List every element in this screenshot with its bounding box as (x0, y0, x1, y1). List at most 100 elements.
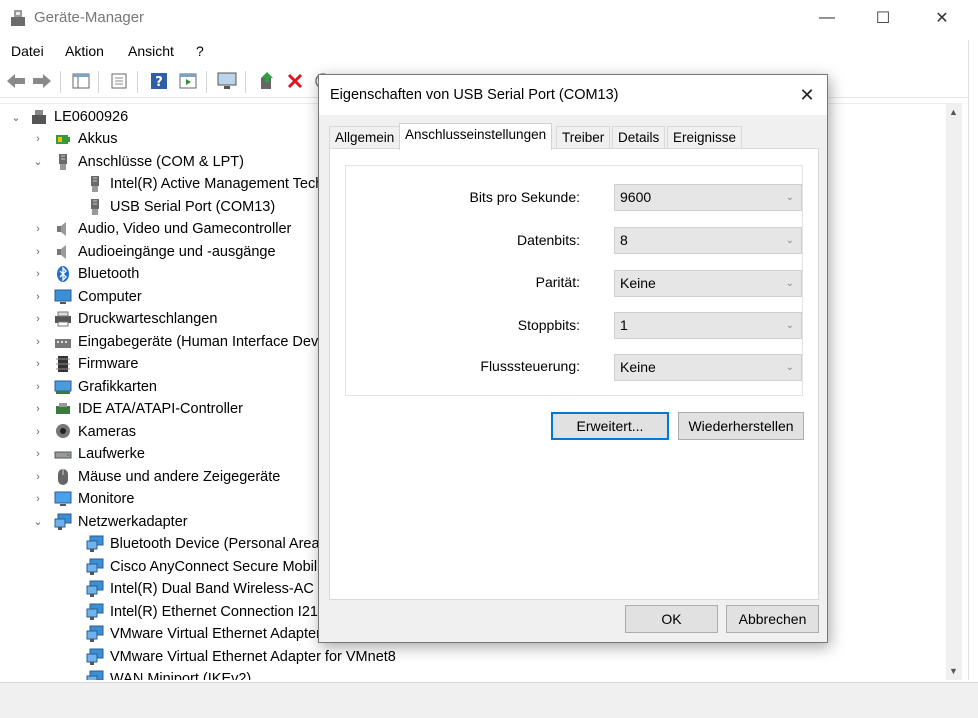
tab-treiber[interactable]: Treiber (556, 126, 611, 149)
data-bits-label: Datenbits: (516, 232, 580, 248)
tree-category[interactable]: ⌄ Netzwerkadapter (32, 511, 188, 533)
data-bits-select[interactable]: 8 ⌄ (614, 227, 802, 254)
tab-ereignisse[interactable]: Ereignisse (667, 126, 743, 149)
tree-category[interactable]: › Computer (32, 286, 142, 308)
tree-root-label: LE0600926 (54, 109, 129, 125)
tree-device[interactable]: USB Serial Port (COM13) (56, 196, 275, 218)
baud-rate-value: 9600 (620, 189, 652, 205)
hid-icon (54, 333, 72, 351)
tree-device[interactable]: VMware Virtual Ethernet Adapter (56, 623, 321, 645)
tree-category[interactable]: › Eingabegeräte (Human Interface Devi (32, 331, 321, 353)
monitor-icon[interactable] (216, 70, 238, 92)
flow-control-value: Keine (620, 359, 656, 375)
help-icon[interactable]: ? (148, 70, 170, 92)
tree-category[interactable]: › IDE ATA/ATAPI-Controller (32, 398, 243, 420)
data-bits-value: 8 (620, 232, 628, 248)
stop-bits-select[interactable]: 1 ⌄ (614, 312, 802, 339)
tree-device[interactable]: Intel(R) Active Management Techn (56, 173, 331, 195)
tree-item-label: Intel(R) Ethernet Connection I219- (110, 603, 331, 620)
dialog-close-button[interactable]: ✕ (789, 79, 825, 111)
background-window-edge (968, 40, 978, 680)
tree-item-label: Mäuse und andere Zeigegeräte (78, 468, 281, 485)
menu-help[interactable]: ? (196, 43, 204, 59)
chevron-right-icon[interactable]: › (32, 381, 44, 393)
tree-category[interactable]: › Monitore (32, 488, 134, 510)
network-icon (86, 603, 104, 621)
bluetooth-icon (54, 265, 72, 283)
tree-item-label: Audioeingänge und -ausgänge (78, 243, 276, 260)
back-icon[interactable] (5, 70, 27, 92)
computer-icon (30, 108, 48, 126)
tree-device[interactable]: Cisco AnyConnect Secure Mobility (56, 556, 332, 578)
tree-device[interactable]: WAN Miniport (IKEv2) (56, 668, 251, 680)
baud-rate-select[interactable]: 9600 ⌄ (614, 184, 802, 211)
drive-icon (54, 445, 72, 463)
chip-icon (54, 355, 72, 373)
minimize-button[interactable]: — (804, 0, 850, 36)
chevron-right-icon[interactable]: › (32, 448, 44, 460)
tree-root[interactable]: ⌄ LE0600926 (10, 106, 128, 128)
tree-item-label: Netzwerkadapter (78, 513, 188, 530)
tree-device[interactable]: Intel(R) Dual Band Wireless-AC 82 (56, 578, 334, 600)
chevron-right-icon[interactable]: › (32, 358, 44, 370)
chevron-down-icon[interactable]: ⌄ (10, 111, 22, 124)
menu-aktion[interactable]: Aktion (65, 43, 104, 59)
tree-category[interactable]: › Audio, Video und Gamecontroller (32, 218, 291, 240)
tree-device[interactable]: Bluetooth Device (Personal Area N (56, 533, 334, 555)
status-bar (0, 682, 978, 718)
vertical-scrollbar[interactable]: ▲ ▼ (946, 103, 962, 680)
cancel-button[interactable]: Abbrechen (726, 605, 819, 633)
tree-category[interactable]: › Kameras (32, 421, 136, 443)
tree-category[interactable]: › Bluetooth (32, 263, 139, 285)
close-window-button[interactable]: ✕ (919, 0, 965, 36)
chevron-right-icon[interactable]: › (32, 313, 44, 325)
tree-category[interactable]: › Firmware (32, 353, 138, 375)
tree-category[interactable]: › Mäuse und andere Zeigegeräte (32, 466, 280, 488)
chevron-right-icon[interactable]: › (32, 268, 44, 280)
network-icon (86, 625, 104, 643)
tree-category[interactable]: ⌄ Anschlüsse (COM & LPT) (32, 151, 244, 173)
tree-category[interactable]: › Laufwerke (32, 443, 145, 465)
properties-icon[interactable] (108, 70, 130, 92)
maximize-button[interactable]: ☐ (860, 0, 906, 36)
tree-category[interactable]: › Akkus (32, 128, 117, 150)
controller-icon (54, 400, 72, 418)
ok-button[interactable]: OK (625, 605, 718, 633)
advanced-button[interactable]: Erweitert... (551, 412, 669, 440)
chevron-right-icon[interactable]: › (32, 133, 44, 145)
tab-allgemein[interactable]: Allgemein (329, 126, 401, 149)
port-icon (86, 198, 104, 216)
chevron-right-icon[interactable]: › (32, 493, 44, 505)
tree-category[interactable]: › Audioeingänge und -ausgänge (32, 241, 276, 263)
menu-ansicht[interactable]: Ansicht (128, 43, 174, 59)
tab-details[interactable]: Details (612, 126, 666, 149)
menu-datei[interactable]: Datei (11, 43, 44, 59)
tree-device[interactable]: VMware Virtual Ethernet Adapter for VMne… (56, 646, 396, 668)
stop-bits-value: 1 (620, 317, 628, 333)
chevron-right-icon[interactable]: › (32, 336, 44, 348)
flow-control-select[interactable]: Keine ⌄ (614, 354, 802, 381)
tree-category[interactable]: › Grafikkarten (32, 376, 157, 398)
tab-anschlusseinstellungen[interactable]: Anschlusseinstellungen (399, 123, 553, 150)
chevron-down-icon[interactable]: ⌄ (32, 155, 44, 168)
forward-icon[interactable] (31, 70, 53, 92)
chevron-right-icon[interactable]: › (32, 246, 44, 258)
uninstall-icon[interactable] (284, 70, 306, 92)
scroll-up-icon[interactable]: ▲ (949, 107, 958, 117)
scroll-down-icon[interactable]: ▼ (949, 666, 958, 676)
computer-icon (54, 288, 72, 306)
chevron-right-icon[interactable]: › (32, 223, 44, 235)
chevron-right-icon[interactable]: › (32, 426, 44, 438)
update-driver-icon[interactable] (256, 70, 278, 92)
show-hide-console-tree-icon[interactable] (70, 70, 92, 92)
chevron-right-icon[interactable]: › (32, 291, 44, 303)
action-pane-icon[interactable] (177, 70, 199, 92)
network-icon (86, 580, 104, 598)
tree-device[interactable]: Intel(R) Ethernet Connection I219- (56, 601, 331, 623)
chevron-right-icon[interactable]: › (32, 471, 44, 483)
tree-category[interactable]: › Druckwarteschlangen (32, 308, 217, 330)
chevron-right-icon[interactable]: › (32, 403, 44, 415)
parity-select[interactable]: Keine ⌄ (614, 270, 802, 297)
restore-defaults-button[interactable]: Wiederherstellen (678, 412, 804, 440)
chevron-down-icon[interactable]: ⌄ (32, 515, 44, 528)
